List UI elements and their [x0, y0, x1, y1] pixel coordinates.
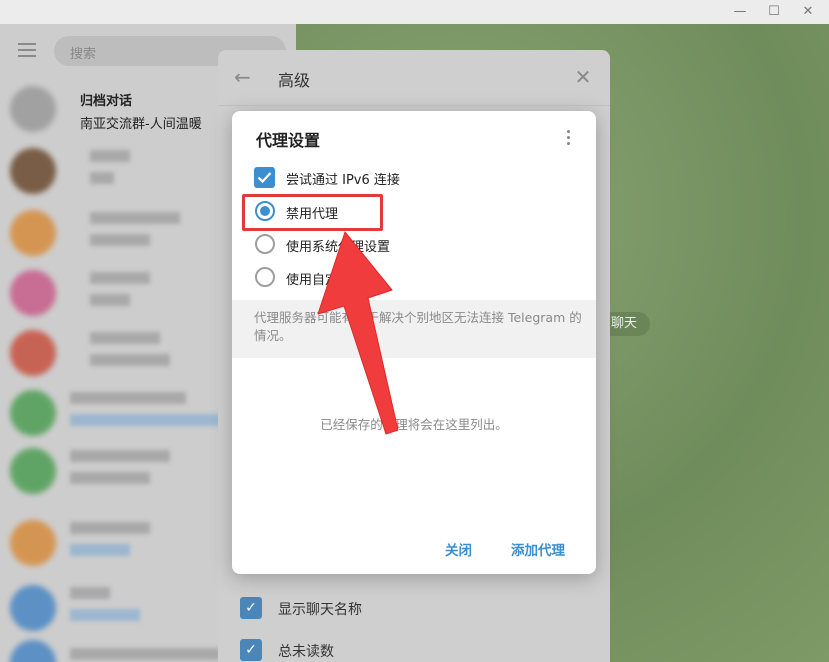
- dialog-title: 代理设置: [256, 131, 321, 150]
- blurred-text: [90, 234, 150, 246]
- avatar: [10, 448, 56, 494]
- ipv6-label: 尝试通过 IPv6 连接: [286, 173, 400, 188]
- search-placeholder: 搜索: [70, 47, 97, 62]
- avatar: [10, 86, 56, 132]
- maximize-icon[interactable]: ☐: [766, 4, 782, 20]
- avatar: [10, 270, 56, 316]
- chat-title: 归档对话: [80, 94, 133, 109]
- window-close-icon[interactable]: ✕: [800, 4, 816, 20]
- back-arrow-icon[interactable]: ←: [234, 66, 256, 88]
- proxy-note: 代理服务器可能有助于解决个别地区无法连接 Telegram 的情况。: [254, 310, 582, 343]
- close-button[interactable]: 关闭: [445, 539, 472, 559]
- blurred-text: [70, 522, 150, 534]
- blurred-text: [90, 272, 150, 284]
- blurred-text: [70, 472, 150, 484]
- avatar: [10, 640, 56, 662]
- proxy-settings-dialog: 代理设置 尝试通过 IPv6 连接 禁用代理 使用系统代理设置 使用自定义代理 …: [232, 111, 596, 574]
- blurred-text: [90, 294, 130, 306]
- blurred-text: [90, 332, 160, 344]
- checkbox-checked-icon[interactable]: [254, 167, 275, 188]
- avatar: [10, 585, 56, 631]
- radio-system-proxy[interactable]: 使用系统代理设置: [254, 234, 574, 256]
- radio-label: 使用系统代理设置: [286, 240, 391, 255]
- proxy-note-box: 代理服务器可能有助于解决个别地区无法连接 Telegram 的情况。: [232, 300, 596, 358]
- checkbox-checked-icon[interactable]: ✓: [240, 597, 262, 619]
- avatar: [10, 390, 56, 436]
- blurred-text: [70, 392, 186, 404]
- minimize-icon[interactable]: —: [732, 4, 748, 20]
- blurred-text: [70, 450, 170, 462]
- chat-preview: 南亚交流群-人间温暖: [80, 117, 202, 132]
- avatar: [10, 210, 56, 256]
- radio-unselected-icon[interactable]: [255, 267, 275, 287]
- radio-custom-proxy[interactable]: 使用自定义代理: [254, 267, 574, 289]
- menu-icon[interactable]: [18, 43, 36, 57]
- close-icon[interactable]: ✕: [572, 66, 594, 88]
- option-label: 总未读数: [278, 644, 334, 660]
- radio-label: 使用自定义代理: [286, 273, 378, 288]
- blurred-text: [90, 172, 114, 184]
- blurred-text: [90, 150, 130, 162]
- window-titlebar: — ☐ ✕: [0, 0, 829, 24]
- avatar: [10, 330, 56, 376]
- avatar: [10, 520, 56, 566]
- ipv6-option[interactable]: 尝试通过 IPv6 连接: [254, 167, 574, 189]
- blurred-text: [90, 212, 180, 224]
- settings-title: 高级: [278, 71, 311, 90]
- blurred-text: [90, 354, 170, 366]
- radio-unselected-icon[interactable]: [255, 234, 275, 254]
- blurred-text: [70, 609, 140, 621]
- avatar: [10, 148, 56, 194]
- checkbox-checked-icon[interactable]: ✓: [240, 639, 262, 661]
- highlight-box: [242, 194, 383, 231]
- empty-proxy-list-text: 已经保存的代理将会在这里列出。: [320, 417, 508, 432]
- more-options-icon[interactable]: [562, 127, 574, 149]
- blurred-text: [70, 587, 110, 599]
- blurred-text: [70, 414, 222, 426]
- settings-header: ← 高级 ✕: [218, 50, 610, 106]
- option-label: 显示聊天名称: [278, 602, 362, 618]
- blurred-text: [70, 648, 220, 660]
- blurred-text: [70, 544, 130, 556]
- add-proxy-button[interactable]: 添加代理: [511, 539, 565, 559]
